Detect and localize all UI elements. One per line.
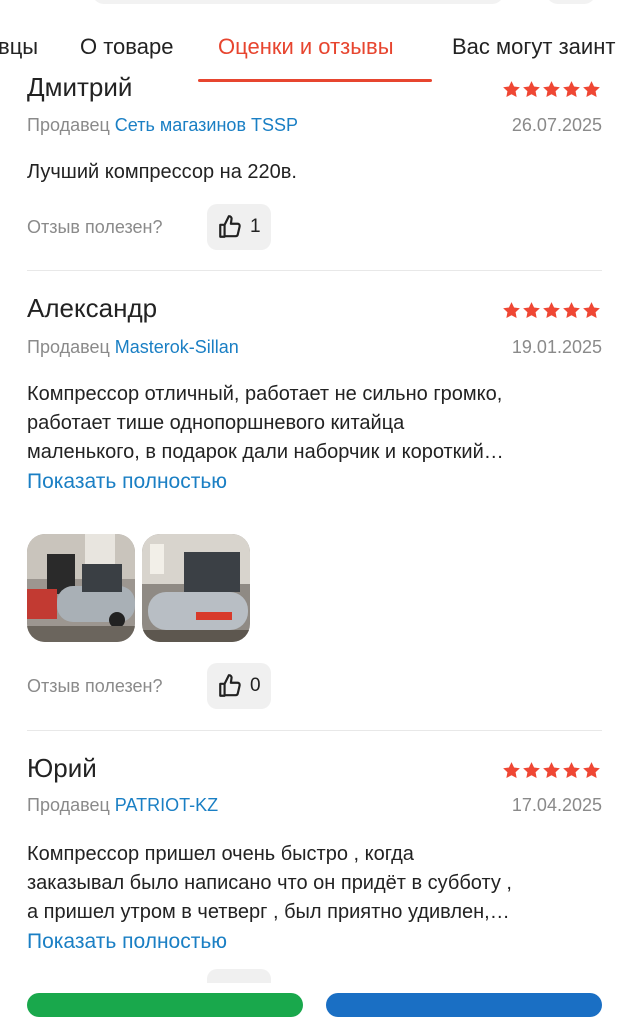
review-date: 26.07.2025 xyxy=(511,115,602,135)
review-date: 19.01.2025 xyxy=(511,337,602,357)
star-icon xyxy=(583,302,600,319)
review-text-line: маленького, в подарок дали наборчик и ко… xyxy=(27,441,504,463)
seller-line: Продавец PATRIOT-KZ xyxy=(27,795,218,816)
seller-prefix: Продавец xyxy=(27,795,110,815)
star-icon xyxy=(523,81,540,98)
star-icon xyxy=(543,81,560,98)
tab-recommendations[interactable]: Вас могут заинт xyxy=(452,34,615,60)
tab-about-product[interactable]: О товаре xyxy=(80,34,173,60)
star-icon xyxy=(563,762,580,779)
compressor-photo-icon xyxy=(142,534,250,642)
review-photo[interactable] xyxy=(27,534,135,642)
cart-button[interactable] xyxy=(326,993,602,1017)
seller-line: Продавец Сеть магазинов TSSP xyxy=(27,115,298,136)
seller-line: Продавец Masterok-Sillan xyxy=(27,337,239,358)
seller-prefix: Продавец xyxy=(27,337,110,357)
star-icon xyxy=(563,302,580,319)
show-more-link[interactable]: Показать полностью xyxy=(27,930,227,954)
review-text: Компрессор пришел очень быстро , когда з… xyxy=(27,840,607,927)
review-photo[interactable] xyxy=(142,534,250,642)
top-bar xyxy=(0,0,629,6)
like-count: 1 xyxy=(250,216,261,237)
reviewer-name: Александр xyxy=(27,293,158,323)
star-icon xyxy=(523,762,540,779)
search-bar[interactable] xyxy=(92,0,504,4)
review-card: Юрий Продавец PATRIOT-KZ 17.04.2025 Комп… xyxy=(0,750,629,1000)
show-more-link[interactable]: Показать полностью xyxy=(27,470,227,494)
review-text-line: заказывал было написано что он придёт в … xyxy=(27,872,512,894)
thumbs-up-icon xyxy=(219,215,241,238)
review-text-line: Компрессор пришел очень быстро , когда xyxy=(27,843,414,865)
thumbs-up-icon xyxy=(219,674,241,697)
seller-prefix: Продавец xyxy=(27,115,110,135)
star-icon xyxy=(503,302,520,319)
star-icon xyxy=(583,762,600,779)
tab-sellers[interactable]: вцы xyxy=(0,34,38,60)
star-icon xyxy=(503,81,520,98)
tab-reviews[interactable]: Оценки и отзывы xyxy=(218,34,394,60)
star-icon xyxy=(563,81,580,98)
divider xyxy=(27,730,602,731)
star-icon xyxy=(543,762,560,779)
helpful-label: Отзыв полезен? xyxy=(27,217,163,237)
like-button[interactable] xyxy=(207,969,271,983)
seller-link[interactable]: Сеть магазинов TSSP xyxy=(115,115,298,135)
review-card: Дмитрий Продавец Сеть магазинов TSSP 26.… xyxy=(0,70,629,270)
review-text-line: Компрессор отличный, работает не сильно … xyxy=(27,383,503,405)
review-text: Лучший компрессор на 220в. xyxy=(27,161,297,183)
review-date: 17.04.2025 xyxy=(511,795,602,815)
review-card: Александр Продавец Masterok-Sillan 19.01… xyxy=(0,290,629,730)
review-text-line: а пришел утром в четверг , был приятно у… xyxy=(27,901,510,923)
reviewer-name: Юрий xyxy=(27,753,97,783)
helpful-label: Отзыв полезен? xyxy=(27,676,163,696)
seller-link[interactable]: Masterok-Sillan xyxy=(115,337,239,357)
buy-button[interactable] xyxy=(27,993,303,1017)
star-icon xyxy=(523,302,540,319)
divider xyxy=(27,270,602,271)
like-button[interactable]: 1 xyxy=(207,204,271,250)
reviewer-name: Дмитрий xyxy=(27,72,133,102)
compressor-photo-icon xyxy=(27,534,135,642)
like-button[interactable]: 0 xyxy=(207,663,271,709)
review-text: Компрессор отличный, работает не сильно … xyxy=(27,380,607,467)
review-text-line: работает тише однопоршневого китайца xyxy=(27,412,405,434)
star-icon xyxy=(543,302,560,319)
star-icon xyxy=(583,81,600,98)
top-action-button[interactable] xyxy=(546,0,596,4)
like-count: 0 xyxy=(250,675,261,696)
rating-stars xyxy=(502,761,601,780)
seller-link[interactable]: PATRIOT-KZ xyxy=(115,795,218,815)
rating-stars xyxy=(502,80,601,99)
star-icon xyxy=(503,762,520,779)
rating-stars xyxy=(502,301,601,320)
